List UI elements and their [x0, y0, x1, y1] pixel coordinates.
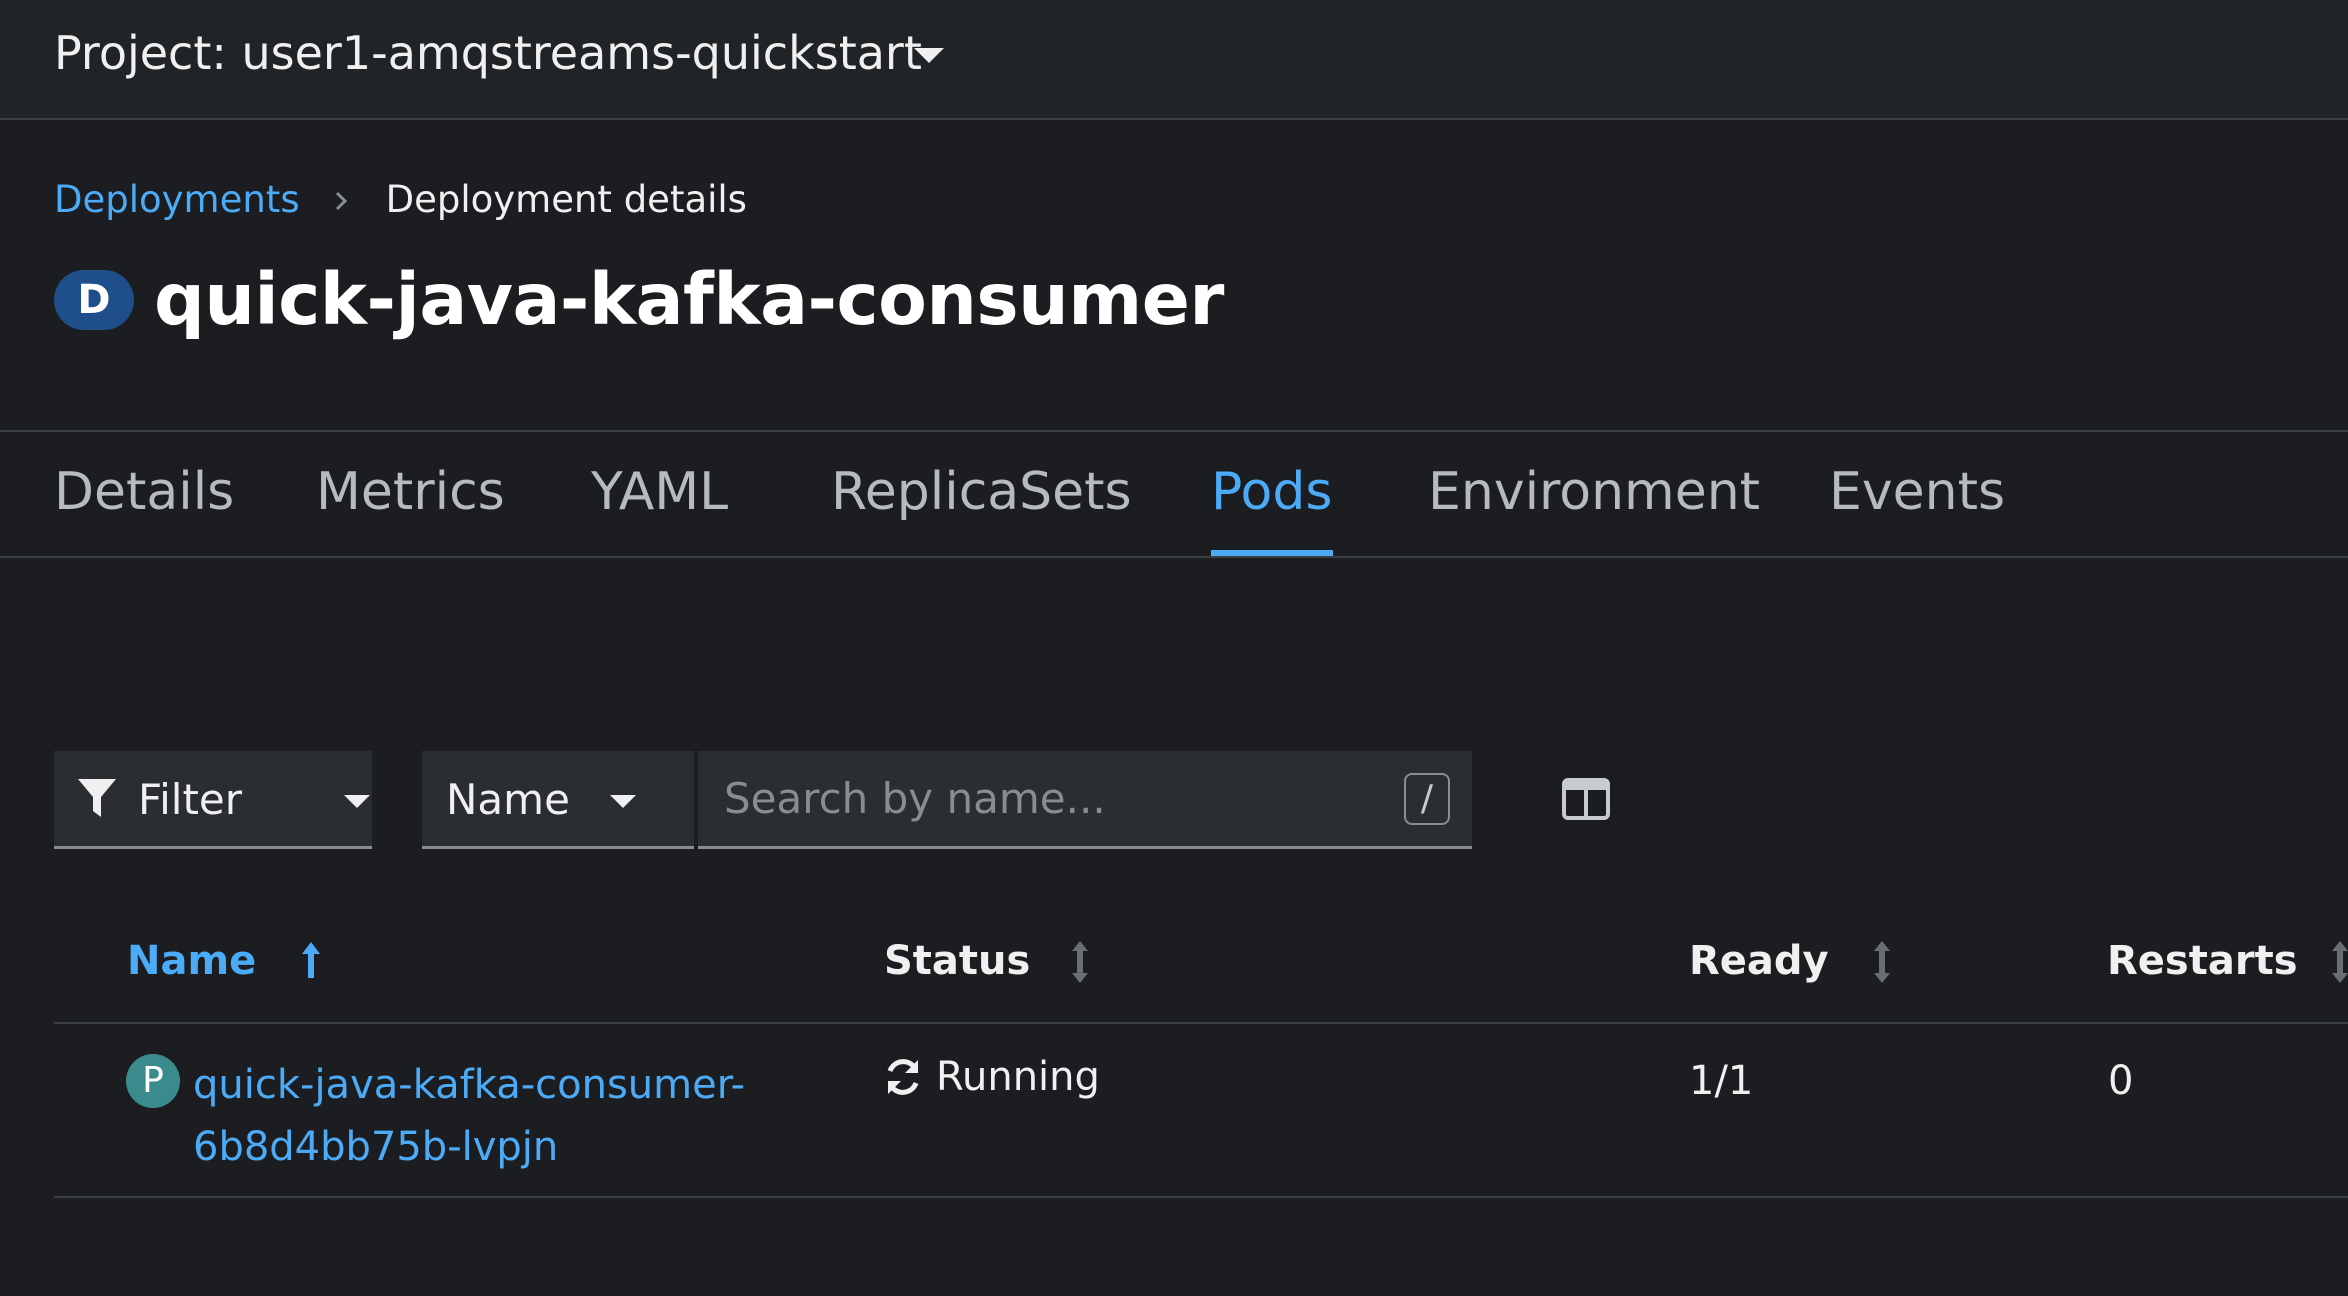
keyboard-shortcut-hint: /	[1404, 773, 1450, 825]
deployment-badge: D	[54, 269, 134, 330]
sync-icon	[887, 1059, 919, 1095]
filter-dropdown[interactable]: Filter	[54, 751, 372, 849]
filter-caret-icon	[344, 795, 370, 808]
tab-yaml[interactable]: YAML	[591, 462, 728, 522]
restarts-cell: 0	[2108, 1058, 2134, 1104]
page-header: D quick-java-kafka-consumer	[54, 258, 1224, 341]
table-row: P quick-java-kafka-consumer-6b8d4bb75b-l…	[54, 1024, 2348, 1198]
chevron-right-icon	[334, 178, 348, 221]
status-cell: Running	[882, 1054, 1100, 1100]
breadcrumb-deployments-link[interactable]: Deployments	[54, 178, 300, 221]
column-header-restarts[interactable]: Restarts	[2107, 938, 2298, 984]
project-bar: Project: user1-amqstreams-quickstart	[0, 0, 2348, 120]
column-header-status[interactable]: Status	[884, 938, 1030, 984]
sort-unsorted-icon[interactable]	[1070, 940, 1090, 988]
tab-events[interactable]: Events	[1829, 462, 2005, 522]
project-selector[interactable]: Project: user1-amqstreams-quickstart	[54, 26, 922, 80]
search-box: /	[698, 751, 1472, 849]
table-header: Name Status Ready Restarts	[54, 918, 2348, 1024]
pod-name-link[interactable]: quick-java-kafka-consumer-6b8d4bb75b-lvp…	[193, 1054, 753, 1178]
search-input[interactable]	[698, 751, 1378, 846]
sort-unsorted-icon[interactable]	[1872, 940, 1892, 988]
column-header-name[interactable]: Name	[127, 938, 256, 984]
tab-environment[interactable]: Environment	[1428, 462, 1760, 522]
status-text: Running	[936, 1054, 1100, 1100]
active-tab-indicator	[1211, 550, 1333, 556]
tab-pods[interactable]: Pods	[1211, 462, 1332, 522]
filter-label: Filter	[138, 775, 243, 824]
tab-details[interactable]: Details	[54, 462, 234, 522]
ready-cell: 1/1	[1689, 1058, 1754, 1104]
filter-icon	[76, 777, 118, 825]
attribute-select[interactable]: Name	[422, 751, 694, 849]
breadcrumb: Deployments Deployment details	[54, 178, 747, 221]
page-title: quick-java-kafka-consumer	[154, 258, 1224, 341]
attribute-caret-icon	[610, 795, 636, 808]
sort-ascending-icon[interactable]	[300, 940, 322, 984]
tab-bar: Details Metrics YAML ReplicaSets Pods En…	[0, 430, 2348, 558]
sort-unsorted-icon[interactable]	[2330, 940, 2348, 988]
attribute-select-label: Name	[446, 775, 570, 824]
breadcrumb-current: Deployment details	[385, 178, 747, 221]
pod-badge: P	[126, 1054, 180, 1108]
project-dropdown-caret-icon[interactable]	[914, 48, 944, 63]
column-header-ready[interactable]: Ready	[1689, 938, 1829, 984]
tab-metrics[interactable]: Metrics	[316, 462, 505, 522]
tab-replicasets[interactable]: ReplicaSets	[831, 462, 1132, 522]
manage-columns-icon[interactable]	[1562, 778, 1610, 820]
